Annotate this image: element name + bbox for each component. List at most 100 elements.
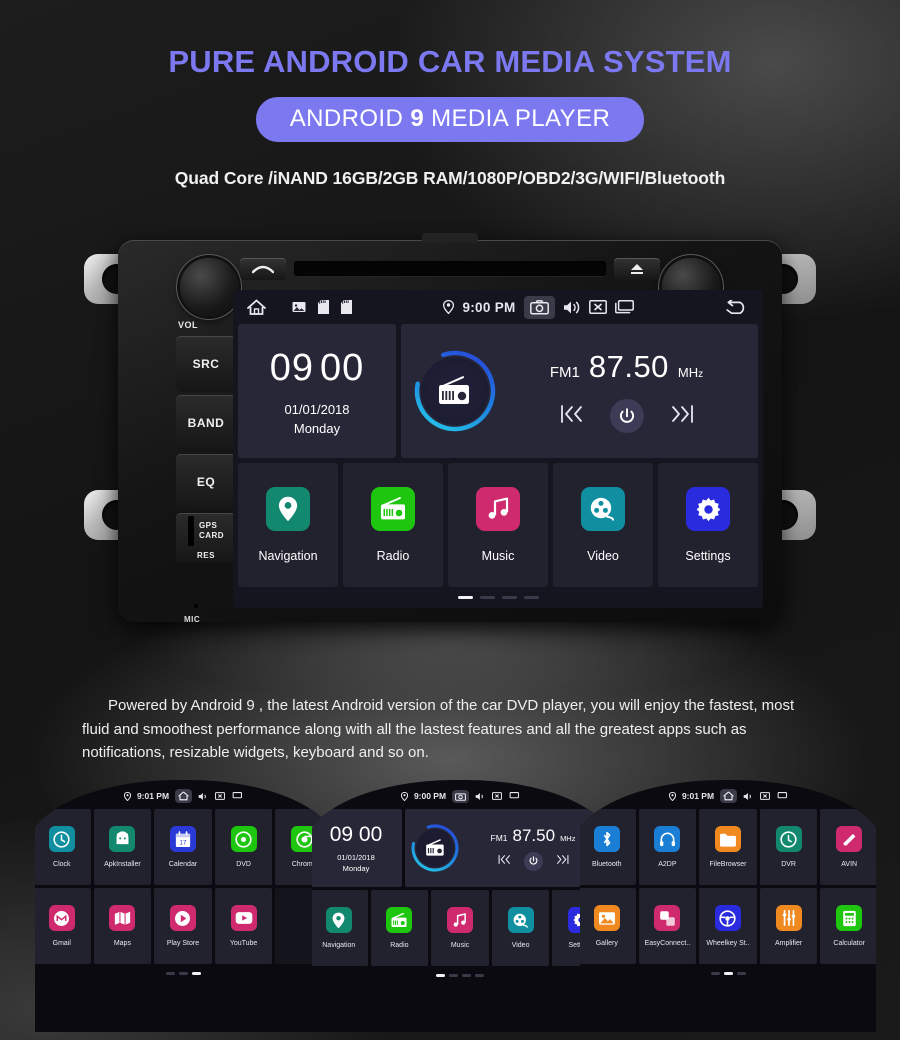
panel-clock-widget[interactable]: 09 00 01/01/2018 Monday — [312, 809, 402, 887]
page-title: PURE ANDROID CAR MEDIA SYSTEM — [168, 44, 732, 79]
avin-icon — [836, 826, 863, 852]
panel-app-a2dp[interactable]: A2DP — [638, 809, 697, 885]
panel-radio-widget[interactable]: FM1 87.50 MHz — [405, 809, 608, 887]
home-icon[interactable] — [175, 789, 193, 803]
panel-app-clock[interactable]: Clock — [35, 809, 91, 885]
app-label: Settings — [685, 549, 731, 563]
panel-app-bluetooth[interactable]: Bluetooth — [580, 809, 636, 885]
panel-app-dvr[interactable]: DVR — [759, 809, 818, 885]
clock-widget[interactable]: 09 00 01/01/2018 Monday — [238, 324, 396, 458]
panel-app-play-store[interactable]: Play Store — [154, 888, 212, 964]
skip-previous-icon[interactable] — [498, 852, 511, 870]
skip-previous-icon[interactable] — [560, 404, 584, 429]
panel-page-dot[interactable] — [736, 972, 746, 975]
volume-icon[interactable] — [198, 792, 209, 801]
sd-card-icon[interactable] — [341, 300, 352, 314]
home-icon[interactable] — [247, 299, 266, 316]
panel-app-gmail[interactable]: Gmail — [35, 888, 91, 964]
volume-icon[interactable] — [475, 792, 486, 801]
panel-app-row-1: Bluetooth A2DP FileBrowser DVR AVIN — [580, 806, 876, 885]
page-dot[interactable] — [457, 596, 473, 599]
radio-frequency-row: FM1 87.50 MHz — [507, 349, 746, 385]
panel-page-dot[interactable] — [723, 972, 733, 975]
radio-widget[interactable]: FM1 87.50 MHz — [401, 324, 758, 458]
close-x-icon[interactable] — [588, 300, 607, 314]
app-music[interactable]: Music — [448, 463, 548, 587]
badge-version: 9 — [410, 105, 425, 132]
disc-slot[interactable] — [294, 261, 606, 277]
image-icon[interactable] — [292, 301, 306, 314]
sd-card-icon[interactable] — [318, 300, 329, 314]
panel-app-apkinstaller[interactable]: ApkInstaller — [93, 809, 152, 885]
panel-radio-band: FM1 — [490, 832, 508, 843]
eq-button[interactable]: EQ — [176, 454, 236, 510]
panel-app-navigation[interactable]: Navigation — [312, 890, 368, 966]
panel-app-maps[interactable]: Maps — [93, 888, 152, 964]
band-button[interactable]: BAND — [176, 395, 236, 451]
recents-icon[interactable] — [231, 792, 243, 800]
camera-icon[interactable] — [452, 789, 470, 803]
recents-icon[interactable] — [776, 792, 788, 800]
panel-page-dot[interactable] — [436, 974, 445, 977]
skip-next-icon[interactable] — [670, 404, 694, 429]
volume-icon[interactable] — [563, 300, 581, 315]
panel-app-filebrowser[interactable]: FileBrowser — [699, 809, 757, 885]
page-dot[interactable] — [479, 596, 495, 599]
gps-card-slot[interactable]: GPS CARD RES — [176, 513, 236, 563]
panel-app-avin[interactable]: AVIN — [820, 809, 876, 885]
panel-app-wheelkey[interactable]: Wheelkey St.. — [699, 888, 757, 964]
panel-app-drawer-3[interactable]: 9:01 PM Clock ApkInstaller 17 Calendar D… — [35, 780, 331, 1032]
power-icon[interactable] — [609, 399, 644, 433]
touchscreen-display[interactable]: 9:00 PM 09 00 01/01/2018 Monday FM1 87.5… — [233, 290, 763, 608]
radio-band: FM1 — [549, 364, 580, 381]
close-x-icon[interactable] — [492, 792, 503, 800]
panel-app-calculator[interactable]: Calculator — [820, 888, 876, 964]
panel-page-dot[interactable] — [475, 974, 484, 977]
app-radio[interactable]: Radio — [343, 463, 443, 587]
camera-icon[interactable] — [523, 295, 555, 319]
description-paragraph: Powered by Android 9 , the latest Androi… — [82, 697, 795, 762]
panel-page-dot[interactable] — [165, 972, 175, 975]
power-icon[interactable] — [523, 851, 543, 871]
close-x-icon[interactable] — [760, 792, 771, 800]
app-label: Radio — [376, 549, 410, 563]
src-button[interactable]: SRC — [176, 336, 236, 392]
panel-app-gallery[interactable]: Gallery — [580, 888, 636, 964]
panel-app-dvd[interactable]: DVD — [214, 809, 273, 885]
panel-home-screen[interactable]: 9:00 PM 09 00 01/01/2018 Monday FM1 87.5… — [312, 780, 608, 1032]
panel-app-music[interactable]: Music — [431, 890, 489, 966]
app-video[interactable]: Video — [553, 463, 653, 587]
panel-page-dot[interactable] — [710, 972, 720, 975]
volume-icon[interactable] — [743, 792, 754, 801]
panel-page-dot[interactable] — [449, 974, 458, 977]
page-dot[interactable] — [523, 596, 539, 599]
back-icon[interactable] — [725, 299, 749, 315]
equalizer-icon — [775, 905, 802, 931]
panel-app-youtube[interactable]: YouTube — [214, 888, 273, 964]
app-label: Video — [587, 549, 619, 563]
app-navigation[interactable]: Navigation — [238, 463, 338, 587]
panel-page-dot[interactable] — [462, 974, 471, 977]
home-icon[interactable] — [720, 789, 738, 803]
gps-card-opening[interactable] — [187, 515, 194, 546]
panel-app-video[interactable]: Video — [491, 890, 550, 966]
recents-icon[interactable] — [614, 300, 634, 314]
eject-icon[interactable] — [614, 258, 660, 280]
panel-app-drawer-2[interactable]: 9:01 PM Bluetooth A2DP FileBrowser DVR A… — [580, 780, 876, 1032]
volume-knob[interactable] — [180, 258, 238, 316]
phone-icon[interactable] — [240, 258, 286, 280]
panel-status-bar: 9:01 PM — [580, 780, 876, 806]
panel-app-calendar[interactable]: 17 Calendar — [154, 809, 212, 885]
panel-app-amplifier[interactable]: Amplifier — [759, 888, 818, 964]
page-dot[interactable] — [501, 596, 517, 599]
close-x-icon[interactable] — [215, 792, 226, 800]
panel-page-dot[interactable] — [178, 972, 188, 975]
reset-label[interactable]: RES — [197, 551, 215, 561]
panel-app-radio[interactable]: Radio — [370, 890, 429, 966]
panel-app-easyconnect[interactable]: EasyConnect.. — [638, 888, 697, 964]
panel-page-dot[interactable] — [191, 972, 201, 975]
skip-next-icon[interactable] — [556, 852, 569, 870]
device-chassis: VOL ⏻ TUN SRC BAND EQ — [118, 233, 782, 624]
app-settings[interactable]: Settings — [658, 463, 758, 587]
recents-icon[interactable] — [508, 792, 520, 800]
